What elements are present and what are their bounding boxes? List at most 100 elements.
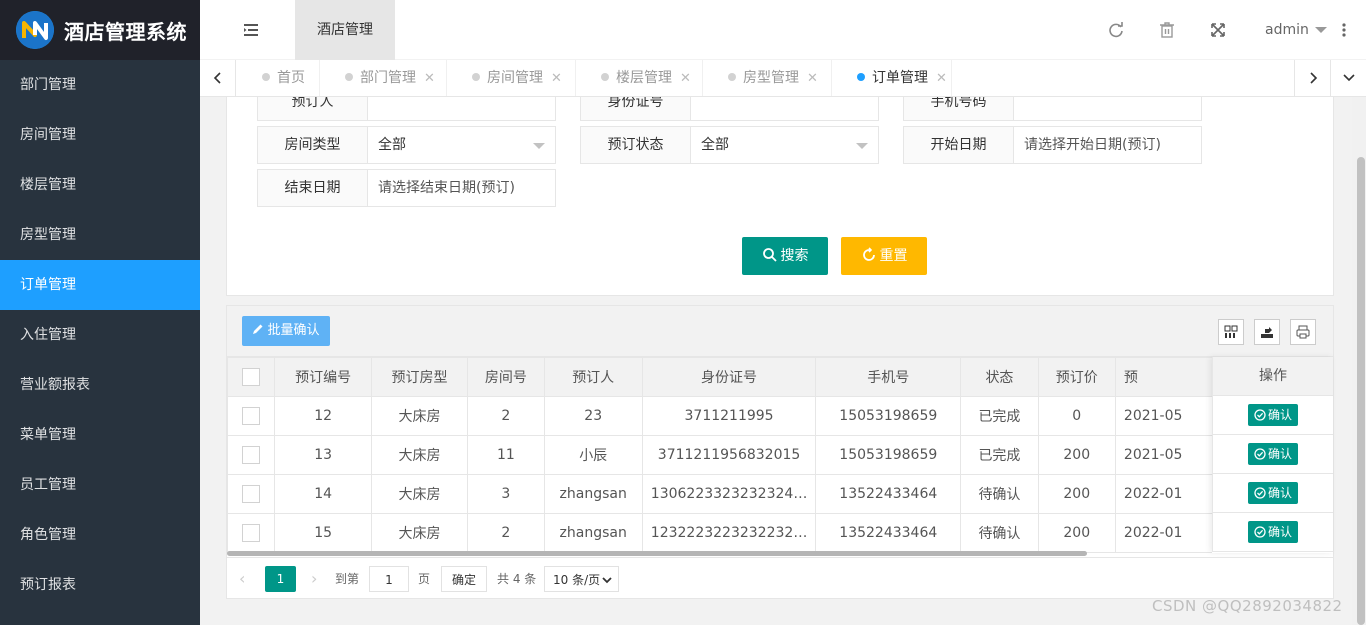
tab-item[interactable]: 房型管理 ✕ — [703, 60, 832, 96]
print-icon[interactable] — [1290, 319, 1316, 345]
table-cell: 大床房 — [370, 396, 469, 436]
prev-page-icon[interactable]: ‹ — [239, 566, 245, 592]
tab-item[interactable]: 首页 — [237, 60, 320, 96]
check-circle-icon — [1254, 409, 1266, 421]
tab-item[interactable]: 楼层管理 ✕ — [576, 60, 703, 96]
table-cell: zhangsan — [543, 474, 643, 514]
user-name: admin — [1265, 22, 1309, 38]
column-header: 预订人 — [543, 357, 643, 397]
page-scrollbar-thumb[interactable] — [1357, 157, 1365, 625]
tab-close-icon[interactable]: ✕ — [680, 61, 691, 97]
search-button[interactable]: 搜索 — [742, 237, 828, 275]
page-1-button[interactable]: 1 — [265, 566, 296, 592]
more-icon[interactable] — [1339, 22, 1349, 38]
confirm-button[interactable]: 确认 — [1247, 443, 1298, 465]
menu-toggle-icon[interactable] — [240, 20, 264, 40]
sidebar-item[interactable]: 房间管理 — [0, 110, 200, 160]
idcard-input[interactable] — [690, 97, 879, 121]
sidebar-item[interactable]: 部门管理 — [0, 60, 200, 110]
table-cell: 小辰 — [543, 435, 643, 475]
row-checkbox[interactable] — [242, 446, 261, 464]
refresh-icon[interactable] — [1106, 20, 1126, 40]
tab-close-icon[interactable]: ✕ — [424, 61, 435, 97]
field-label: 开始日期 — [903, 126, 1013, 164]
header-tab-hotel[interactable]: 酒店管理 — [295, 0, 395, 60]
field-idcard: 身份证号 — [580, 97, 879, 121]
table-cell: 已完成 — [960, 435, 1039, 475]
sidebar-item[interactable]: 订单管理 — [0, 260, 200, 310]
tab-item[interactable]: 部门管理 ✕ — [320, 60, 447, 96]
table-cell: 2 — [467, 396, 545, 436]
tab-scroll-left-icon[interactable] — [200, 60, 236, 96]
table-row[interactable]: 13 大床房 11 小辰 3711211956832015 15053198659 已完成 2… — [227, 435, 1333, 475]
refresh-icon — [862, 247, 875, 261]
tab-dot-icon — [262, 73, 270, 81]
logo-icon — [16, 11, 54, 49]
action-column: 操作 确认 确认 确认 确认 — [1212, 357, 1333, 553]
columns-icon[interactable] — [1218, 319, 1244, 345]
field-start-date: 开始日期 请选择开始日期(预订) — [903, 126, 1202, 164]
booker-input[interactable] — [367, 97, 556, 121]
total-count: 共 4 条 — [497, 572, 537, 586]
table-cell: 2 — [467, 513, 545, 553]
sidebar-item[interactable]: 菜单管理 — [0, 410, 200, 460]
reset-button[interactable]: 重置 — [841, 237, 927, 275]
tab-item[interactable]: 房间管理 ✕ — [447, 60, 576, 96]
tab-menu-chevron-down-icon[interactable] — [1330, 60, 1366, 96]
row-select-cell — [227, 396, 276, 436]
roomtype-value: 全部 — [378, 137, 406, 153]
roomtype-select[interactable]: 全部 — [367, 126, 556, 164]
sidebar-item[interactable]: 房型管理 — [0, 210, 200, 260]
row-checkbox[interactable] — [242, 485, 261, 503]
row-checkbox[interactable] — [242, 407, 261, 425]
sidebar-item[interactable]: 预订报表 — [0, 560, 200, 610]
confirm-button[interactable]: 确认 — [1247, 404, 1298, 426]
select-all-cell — [227, 357, 276, 397]
action-cell: 确认 — [1212, 435, 1333, 474]
tab-dot-icon — [728, 73, 736, 81]
table-cell: 0 — [1037, 396, 1116, 436]
confirm-button[interactable]: 确认 — [1247, 482, 1298, 504]
confirm-button[interactable]: 确认 — [1247, 521, 1298, 543]
search-form: 预订人 身份证号 手机号码 房间类型 全部 预订状态 全部 开始日期 请选择开始… — [226, 97, 1334, 296]
next-page-icon[interactable]: › — [311, 566, 317, 592]
pagination: ‹ 1 › 到第 1 页 确定 共 4 条 10 条/页 — [227, 557, 1333, 598]
reset-label: 重置 — [879, 248, 908, 264]
batch-confirm-button[interactable]: 批量确认 — [242, 316, 330, 346]
phone-input[interactable] — [1013, 97, 1202, 121]
sidebar-item[interactable]: 角色管理 — [0, 510, 200, 560]
start-date-input[interactable]: 请选择开始日期(预订) — [1013, 126, 1202, 164]
sidebar-item[interactable]: 营业额报表 — [0, 360, 200, 410]
trash-icon[interactable] — [1157, 20, 1177, 40]
sidebar-nav: 部门管理 房间管理 楼层管理 房型管理 订单管理 入住管理 营业额报表 菜单管理 员工管理 角色管… — [0, 60, 200, 610]
export-icon[interactable] — [1254, 319, 1280, 345]
check-circle-icon — [1254, 487, 1266, 499]
user-menu[interactable]: admin — [1265, 20, 1327, 40]
status-select[interactable]: 全部 — [690, 126, 879, 164]
confirm-label: 确认 — [1267, 408, 1292, 422]
tab-close-icon[interactable]: ✕ — [551, 61, 562, 97]
table-cell: 15 — [274, 513, 372, 553]
row-select-cell — [227, 435, 276, 475]
row-checkbox[interactable] — [242, 524, 261, 542]
main-content: 预订人 身份证号 手机号码 房间类型 全部 预订状态 全部 开始日期 请选择开始… — [200, 97, 1366, 625]
fullscreen-icon[interactable] — [1208, 20, 1228, 40]
table-row[interactable]: 12 大床房 2 23 3711211995 15053198659 已完成 0 2021-05 — [227, 396, 1333, 436]
sidebar-item[interactable]: 员工管理 — [0, 460, 200, 510]
goto-confirm-button[interactable]: 确定 — [441, 566, 487, 592]
tab-item[interactable]: 订单管理 ✕ — [832, 60, 952, 96]
goto-page-input[interactable]: 1 — [369, 566, 409, 592]
horizontal-scrollbar[interactable] — [227, 551, 1087, 556]
select-all-checkbox[interactable] — [242, 368, 261, 386]
sidebar-item[interactable]: 楼层管理 — [0, 160, 200, 210]
tab-close-icon[interactable]: ✕ — [936, 61, 947, 97]
table-cell: 14 — [274, 474, 372, 514]
end-date-input[interactable]: 请选择结束日期(预订) — [367, 169, 556, 207]
field-roomtype: 房间类型 全部 — [257, 126, 556, 164]
tab-scroll-right-icon[interactable] — [1294, 60, 1330, 96]
sidebar-item[interactable]: 入住管理 — [0, 310, 200, 360]
table-row[interactable]: 15 大床房 2 zhangsan 1232223223232232… 135224334… — [227, 513, 1333, 553]
page-size-select[interactable]: 10 条/页 — [544, 566, 619, 592]
table-row[interactable]: 14 大床房 3 zhangsan 1306223323232324… 135224334… — [227, 474, 1333, 514]
tab-close-icon[interactable]: ✕ — [807, 61, 818, 97]
